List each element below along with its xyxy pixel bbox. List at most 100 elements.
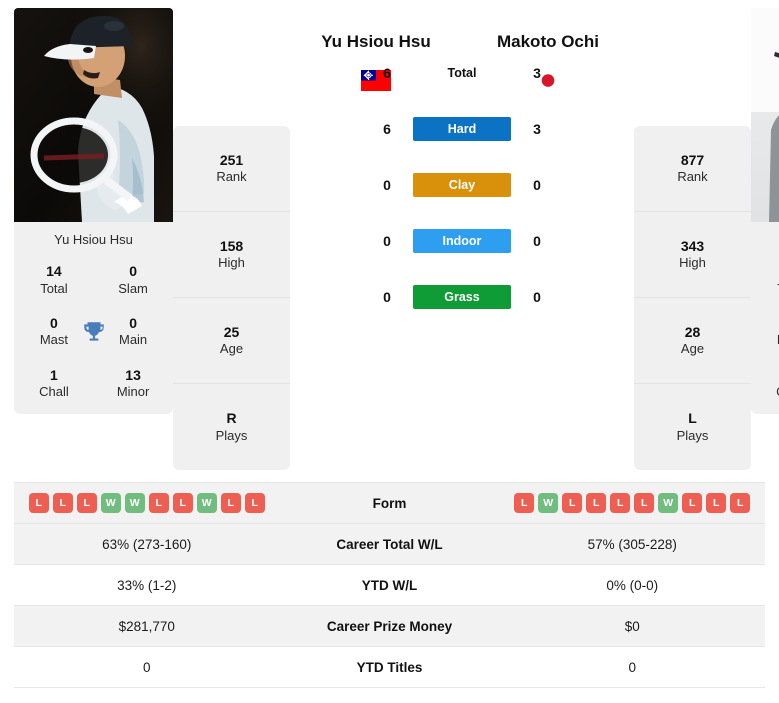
table-label-career-prize-money: Career Prize Money <box>326 618 453 634</box>
table-row-career-total-wl: 63% (273-160) Career Total W/L 57% (305-… <box>14 524 765 565</box>
left-stat-minor: 13 Minor <box>109 367 157 401</box>
left-stat-chall-value: 1 <box>50 366 58 383</box>
surface-total-left-score: 6 <box>383 65 391 81</box>
left-age-label: Age <box>219 341 244 357</box>
right-form-cell: LWLLLLWLLL <box>500 493 766 513</box>
right-titles-row-1: 6 Total 0 Slam <box>757 263 779 297</box>
surface-hard-left-score: 6 <box>383 121 391 137</box>
trophy-icon <box>78 319 109 345</box>
form-chip-l-7: L <box>682 493 703 513</box>
right-rank-label: Rank <box>677 169 708 185</box>
left-stat-chall-label: Chall <box>39 384 69 399</box>
right-plays-value: L <box>688 410 697 427</box>
right-rank-cell-plays: L Plays <box>634 384 751 470</box>
form-chip-l-5: L <box>148 493 169 513</box>
surface-row-grass: 0 Grass 0 <box>290 269 634 325</box>
left-stat-main-value: 0 <box>129 314 137 331</box>
right-player-column: Makoto Ochi 6 Total 0 Slam <box>751 8 779 415</box>
right-plays-label: Plays <box>676 427 709 443</box>
right-form-strip: LWLLLLWLLL <box>500 493 766 513</box>
left-ytd-titles: 0 <box>142 659 151 675</box>
right-career-prize-money: $0 <box>624 618 640 634</box>
right-high-value: 343 <box>680 237 705 254</box>
form-chip-l-0: L <box>28 493 49 513</box>
form-chip-w-4: W <box>124 493 145 513</box>
form-chip-l-9: L <box>244 493 265 513</box>
left-stat-main-label: Main <box>118 332 148 348</box>
right-titles-grid: 6 Total 0 Slam 0 Mast <box>757 263 779 400</box>
right-titles-row-3: 0 Chall 6 Minor <box>757 367 779 401</box>
right-player-name: Makoto Ochi <box>496 32 599 51</box>
form-chip-w-3: W <box>100 493 121 513</box>
right-stat-chall-label: Chall <box>767 384 779 400</box>
surface-row-clay: 0 Clay 0 <box>290 157 634 213</box>
surface-indoor-right-score: 0 <box>533 233 541 249</box>
left-stat-main: 0 Main <box>109 315 157 349</box>
right-stat-mast-label: Mast <box>767 332 779 348</box>
left-player-summary-name: Yu Hsiou Hsu <box>54 232 133 247</box>
surface-hard-badge[interactable]: Hard <box>413 117 511 141</box>
left-plays-value: R <box>226 410 237 427</box>
player-photo-makoto-ochi <box>751 8 779 222</box>
left-stat-minor-label: Minor <box>116 384 150 399</box>
left-stat-total-label: Total <box>40 280 68 296</box>
comparison-table: LLLWWLLWLL Form LWLLLLWLLL 63% (273-160)… <box>14 482 765 688</box>
form-chip-l-6: L <box>172 493 193 513</box>
right-stat-total: 6 Total <box>767 263 779 297</box>
surface-hard-right-score: 3 <box>533 121 541 137</box>
table-row-ytd-titles: 0 YTD Titles 0 <box>14 647 765 688</box>
left-rank-label: Rank <box>216 169 247 185</box>
left-high-value: 158 <box>219 237 244 254</box>
surface-row-indoor: 0 Indoor 0 <box>290 213 634 269</box>
surface-comparison-column: Yu Hsiou Hsu Makoto Ochi 6 Total 3 6 Har… <box>290 8 634 325</box>
surface-clay-right-score: 0 <box>533 177 541 193</box>
left-career-total-wl: 63% (273-160) <box>102 536 192 552</box>
left-rank-cell-high: 158 High <box>173 212 290 298</box>
right-player-summary-name: Makoto Ochi <box>757 232 779 247</box>
surface-clay-left-score: 0 <box>383 177 391 193</box>
right-career-total-wl: 57% (305-228) <box>587 536 677 552</box>
table-label-ytd-wl: YTD W/L <box>361 577 418 593</box>
left-titles-grid: 14 Total 0 Slam 0 Mast 0 Main 1 Chall 13… <box>20 263 167 400</box>
right-high-label: High <box>679 255 706 271</box>
left-form-cell: LLLWWLLWLL <box>14 493 280 513</box>
left-career-prize-money: $281,770 <box>118 618 175 634</box>
surface-total-right-score: 3 <box>533 65 541 81</box>
left-rank-cell-rank: 251 Rank <box>173 126 290 212</box>
form-chip-l-1: L <box>52 493 73 513</box>
left-rank-cell-plays: R Plays <box>173 384 290 470</box>
player-comparison-page: Yu Hsiou Hsu 14 Total 0 Slam 0 Mast 0 Ma… <box>0 0 779 703</box>
surface-row-hard: 6 Hard 3 <box>290 101 634 157</box>
right-rank-cell-age: 28 Age <box>634 298 751 384</box>
right-age-value: 28 <box>684 323 701 340</box>
left-titles-row-3: 1 Chall 13 Minor <box>20 367 167 401</box>
right-rank-card: 877 Rank 343 High 28 Age L Plays <box>634 126 751 470</box>
table-label-career-total-wl: Career Total W/L <box>336 536 443 552</box>
table-label-ytd-titles: YTD Titles <box>356 659 423 675</box>
surface-total-label: Total <box>447 66 477 80</box>
right-stat-mast: 0 Mast <box>767 315 779 349</box>
left-player-name: Yu Hsiou Hsu <box>321 32 431 51</box>
left-rank-card: 251 Rank 158 High 25 Age R Plays <box>173 126 290 470</box>
surface-grass-left-score: 0 <box>383 289 391 305</box>
left-stat-slam: 0 Slam <box>109 263 157 297</box>
left-stat-minor-value: 13 <box>125 366 141 383</box>
form-chip-w-1: W <box>538 493 559 513</box>
table-row-career-prize-money: $281,770 Career Prize Money $0 <box>14 606 765 647</box>
right-stat-total-value: 6 <box>767 263 779 281</box>
surface-clay-badge[interactable]: Clay <box>413 173 511 197</box>
form-chip-w-7: W <box>196 493 217 513</box>
right-ytd-wl: 0% (0-0) <box>606 577 659 593</box>
form-chip-l-8: L <box>706 493 727 513</box>
form-chip-l-3: L <box>586 493 607 513</box>
player-photo-yu-hsiou-hsu <box>14 8 173 222</box>
right-titles-row-2: 0 Mast 0 Main <box>757 315 779 349</box>
surface-grass-badge[interactable]: Grass <box>413 285 511 309</box>
right-rank-value: 877 <box>680 151 705 168</box>
comparison-header: Yu Hsiou Hsu 14 Total 0 Slam 0 Mast 0 Ma… <box>0 0 779 470</box>
left-stat-chall: 1 Chall <box>30 367 78 401</box>
left-stat-mast-value: 0 <box>50 314 58 331</box>
left-high-label: High <box>218 255 245 271</box>
left-rank-value: 251 <box>219 151 244 168</box>
surface-indoor-badge[interactable]: Indoor <box>413 229 511 253</box>
